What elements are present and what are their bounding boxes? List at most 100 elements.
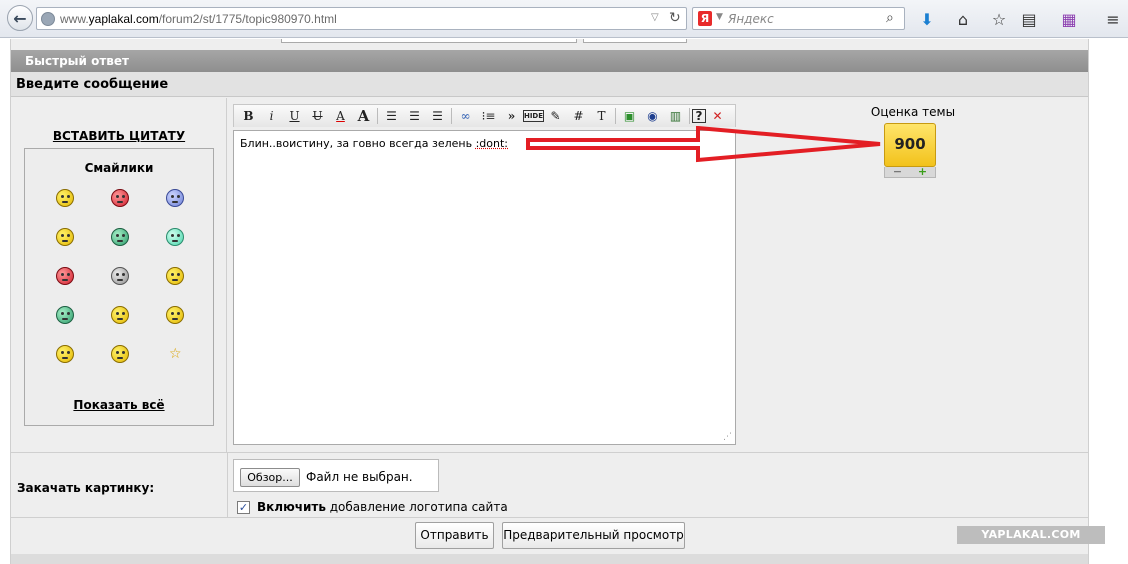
rating-value: 900 xyxy=(884,123,936,167)
logo-checkbox-label[interactable]: Включить добавление логотипа сайта xyxy=(257,500,508,514)
smiley-button[interactable] xyxy=(148,302,203,328)
top-input-stub xyxy=(281,39,577,43)
smiley-button[interactable] xyxy=(37,224,92,250)
bookmarks-list-icon[interactable]: ▤ xyxy=(1018,8,1040,30)
list-icon[interactable]: ⁝≡ xyxy=(477,106,500,127)
search-engine-dropdown-icon[interactable]: ▼ xyxy=(716,12,723,22)
smiley-button[interactable] xyxy=(148,263,203,289)
smiley-button[interactable] xyxy=(92,263,147,289)
search-bar[interactable]: Я ▼ Яндекс ⌕ xyxy=(692,7,905,30)
rating-controls: − + xyxy=(884,166,936,178)
font-color-button[interactable]: A xyxy=(329,106,352,127)
quote-button[interactable]: » xyxy=(500,106,523,127)
addon-icon[interactable]: ▦ xyxy=(1058,8,1080,30)
italic-button[interactable]: i xyxy=(260,106,283,127)
red-arrow-annotation xyxy=(526,126,881,163)
close-icon[interactable]: ✕ xyxy=(706,106,729,127)
smileys-title: Смайлики xyxy=(84,161,154,175)
search-input[interactable]: Яндекс xyxy=(728,12,774,26)
toolbar-separator xyxy=(689,108,690,124)
globe-icon xyxy=(41,12,55,26)
smiley-button[interactable] xyxy=(37,263,92,289)
form-subtitle: Введите сообщение xyxy=(11,72,1088,97)
laughing-smiley-icon xyxy=(110,345,129,363)
smiley-button[interactable] xyxy=(92,341,147,367)
buttons-row: Отправить Предварительный просмотр xyxy=(11,519,1088,554)
girl-smiley-icon xyxy=(166,306,185,324)
reload-icon[interactable]: ↻ xyxy=(669,10,681,26)
search-icon[interactable]: ⌕ xyxy=(886,10,894,26)
horns-smiley-icon xyxy=(55,345,74,363)
send-button[interactable]: Отправить xyxy=(415,522,494,549)
round-smiley-icon xyxy=(166,228,185,246)
download-icon[interactable]: ⬇ xyxy=(916,8,938,30)
flash-icon[interactable]: ◉ xyxy=(641,106,664,127)
shooting-smiley-icon xyxy=(55,267,74,285)
smiley-button[interactable] xyxy=(148,185,203,211)
toolbar-separator xyxy=(451,108,452,124)
upload-divider xyxy=(227,453,228,518)
cheering-smiley-icon xyxy=(166,267,185,285)
bookmark-star-icon[interactable]: ☆ xyxy=(988,8,1010,30)
page: Быстрый ответ Введите сообщение ВСТАВИТЬ… xyxy=(0,39,1128,564)
gun-smiley-icon xyxy=(110,228,129,246)
font-size-button[interactable]: A xyxy=(352,106,375,127)
smiley-button[interactable] xyxy=(148,224,203,250)
editor-area: B i U U A A ☰ ☰ ☰ ∞ ⁝≡ » HIDE ✎ # T ▣ ◉ … xyxy=(228,98,1088,452)
url-dropdown-icon[interactable]: ▽ xyxy=(651,12,659,23)
align-center-icon[interactable]: ☰ xyxy=(403,106,426,127)
home-icon[interactable]: ⌂ xyxy=(952,8,974,30)
crying-smiley-icon xyxy=(166,189,185,207)
rating-label: Оценка темы xyxy=(870,105,956,119)
url-text[interactable]: www.yaplakal.com/forum2/st/1775/topic980… xyxy=(60,12,337,26)
smileys-panel: Смайлики ☆ Показать всё xyxy=(24,148,214,426)
smiley-button[interactable] xyxy=(37,185,92,211)
smiley-button[interactable] xyxy=(37,302,92,328)
upload-row: Закачать картинку: Обзор... Файл не выбр… xyxy=(11,452,1088,518)
resize-grip-icon[interactable]: ⋰ xyxy=(723,432,733,442)
yandex-icon[interactable]: Я xyxy=(698,11,712,26)
logo-checkbox[interactable]: ✓ xyxy=(237,501,250,514)
help-button[interactable]: ? xyxy=(692,109,706,123)
smiley-button[interactable] xyxy=(92,185,147,211)
address-bar[interactable]: www.yaplakal.com/forum2/st/1775/topic980… xyxy=(36,7,687,30)
smileys-grid: ☆ xyxy=(37,185,203,367)
back-button[interactable]: ← xyxy=(7,5,33,31)
file-input[interactable]: Обзор... Файл не выбран. xyxy=(233,459,439,492)
video-icon[interactable]: ▥ xyxy=(664,106,687,127)
text-button[interactable]: T xyxy=(590,106,613,127)
message-textarea[interactable]: Блин..воистину, за говно всегда зелень :… xyxy=(233,130,736,445)
hide-button[interactable]: HIDE xyxy=(523,110,544,122)
toolbar-separator xyxy=(377,108,378,124)
insert-quote-link[interactable]: ВСТАВИТЬ ЦИТАТУ xyxy=(11,129,227,143)
toolbar-separator xyxy=(615,108,616,124)
back-arrow-icon: ← xyxy=(13,8,27,28)
smiley-button[interactable] xyxy=(92,302,147,328)
smiley-button[interactable]: ☆ xyxy=(148,341,203,367)
bottom-strip xyxy=(11,554,1088,564)
love-smiley-icon xyxy=(110,189,129,207)
clapping-hands-icon xyxy=(110,306,129,324)
hash-button[interactable]: # xyxy=(567,106,590,127)
edit-icon[interactable]: ✎ xyxy=(544,106,567,127)
smiley-button[interactable] xyxy=(92,224,147,250)
watermark: YAPLAKAL.COM xyxy=(957,526,1105,544)
link-icon[interactable]: ∞ xyxy=(454,106,477,127)
smiley-button[interactable] xyxy=(37,341,92,367)
rating-plus-button[interactable]: + xyxy=(918,166,927,177)
top-button-stub xyxy=(583,39,687,43)
star-icon: ☆ xyxy=(169,346,182,362)
align-left-icon[interactable]: ☰ xyxy=(380,106,403,127)
browse-button[interactable]: Обзор... xyxy=(240,468,300,487)
strike-button[interactable]: U xyxy=(306,106,329,127)
menu-icon[interactable]: ≡ xyxy=(1102,8,1124,30)
bold-button[interactable]: B xyxy=(237,106,260,127)
preview-button[interactable]: Предварительный просмотр xyxy=(502,522,685,549)
rating-minus-button[interactable]: − xyxy=(893,166,902,177)
image-icon[interactable]: ▣ xyxy=(618,106,641,127)
browser-chrome: ← www.yaplakal.com/forum2/st/1775/topic9… xyxy=(0,0,1128,38)
upload-label: Закачать картинку: xyxy=(17,481,155,495)
show-all-link[interactable]: Показать всё xyxy=(25,398,213,412)
underline-button[interactable]: U xyxy=(283,106,306,127)
align-right-icon[interactable]: ☰ xyxy=(426,106,449,127)
